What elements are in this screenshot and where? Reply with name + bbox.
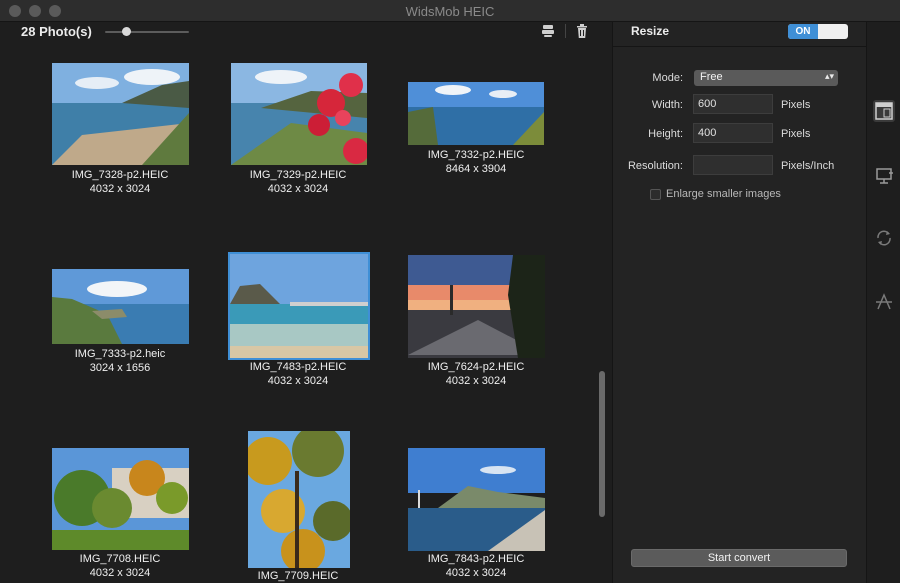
photo-dimensions: 4032 x 3024 xyxy=(445,567,507,579)
photo-name: IMG_7333-p2.heic xyxy=(74,348,166,360)
side-toolbar xyxy=(866,22,900,583)
width-unit: Pixels xyxy=(781,99,811,111)
photo-browser: 28 Photo(s) IMG_7328-p2.HEIC 4032 x 3024 xyxy=(0,22,612,583)
mode-value: Free xyxy=(700,71,723,83)
resize-toggle[interactable]: ON xyxy=(788,24,848,39)
photo-thumbnail[interactable] xyxy=(52,448,189,550)
section-divider xyxy=(613,46,866,47)
photo-caption: IMG_7329-p2.HEIC 4032 x 3024 xyxy=(208,168,388,196)
photo-count: 28 Photo(s) xyxy=(21,24,92,39)
enlarge-label: Enlarge smaller images xyxy=(666,188,781,200)
chevron-updown-icon: ▴▾ xyxy=(824,71,834,81)
photo-name: IMG_7483-p2.HEIC xyxy=(249,361,347,373)
photo-dimensions: 4032 x 3024 xyxy=(445,375,507,387)
settings-panel: Resize ON Mode: Free ▴▾ Width: 600 Pixel… xyxy=(613,22,866,583)
photo-caption: IMG_7328-p2.HEIC 4032 x 3024 xyxy=(30,168,210,196)
photo-thumbnail[interactable] xyxy=(408,255,545,358)
start-convert-button[interactable]: Start convert xyxy=(631,549,847,567)
photo-caption: IMG_7843-p2.HEIC 4032 x 3024 xyxy=(386,552,566,580)
resolution-label: Resolution: xyxy=(627,160,683,172)
photo-caption: IMG_7709.HEIC xyxy=(208,569,388,583)
photo-caption: IMG_7332-p2.HEIC 8464 x 3904 xyxy=(386,148,566,176)
thumbnail-size-slider[interactable] xyxy=(105,31,189,33)
photo-name: IMG_7708.HEIC xyxy=(79,553,161,565)
crop-icon[interactable] xyxy=(873,164,895,186)
photo-dimensions: 3024 x 1656 xyxy=(89,362,151,374)
enlarge-checkbox[interactable] xyxy=(650,189,661,200)
photo-caption: IMG_7708.HEIC 4032 x 3024 xyxy=(30,552,210,580)
photo-name: IMG_7332-p2.HEIC xyxy=(427,149,525,161)
photo-thumbnail[interactable] xyxy=(408,82,544,145)
photo-thumbnail[interactable] xyxy=(231,63,367,165)
resolution-unit: Pixels/Inch xyxy=(781,160,835,172)
photo-caption: IMG_7333-p2.heic 3024 x 1656 xyxy=(30,347,210,375)
toolbar-separator xyxy=(565,24,566,38)
height-unit: Pixels xyxy=(781,128,811,140)
mode-select[interactable]: Free ▴▾ xyxy=(694,70,838,86)
photo-thumbnail[interactable] xyxy=(408,448,545,551)
section-title: Resize xyxy=(631,24,670,38)
window-title: WidsMob HEIC xyxy=(405,4,495,19)
rotate-icon[interactable] xyxy=(873,227,895,249)
photo-dimensions: 4032 x 3024 xyxy=(89,567,151,579)
photo-name: IMG_7329-p2.HEIC xyxy=(249,169,347,181)
photo-thumbnail[interactable] xyxy=(228,252,370,360)
height-field[interactable]: 400 xyxy=(693,123,773,143)
photo-thumbnail[interactable] xyxy=(52,63,189,165)
width-label: Width: xyxy=(651,99,683,111)
photo-dimensions: 4032 x 3024 xyxy=(267,375,329,387)
photo-caption: IMG_7483-p2.HEIC 4032 x 3024 xyxy=(208,360,388,388)
photo-name: IMG_7624-p2.HEIC xyxy=(427,361,525,373)
photo-caption: IMG_7624-p2.HEIC 4032 x 3024 xyxy=(386,360,566,388)
resize-icon[interactable] xyxy=(873,100,895,122)
photo-name: IMG_7843-p2.HEIC xyxy=(427,553,525,565)
photo-dimensions: 4032 x 3024 xyxy=(267,183,329,195)
photo-dimensions: 4032 x 3024 xyxy=(89,183,151,195)
mode-label: Mode: xyxy=(652,72,683,84)
watermark-icon[interactable] xyxy=(873,291,895,313)
resolution-field[interactable] xyxy=(693,155,773,175)
photo-thumbnail[interactable] xyxy=(52,269,189,344)
height-label: Height: xyxy=(648,128,683,140)
photo-thumbnail[interactable] xyxy=(248,431,350,568)
photo-dimensions: 8464 x 3904 xyxy=(445,163,507,175)
trash-icon[interactable] xyxy=(574,23,590,39)
photo-name: IMG_7328-p2.HEIC xyxy=(71,169,169,181)
width-field[interactable]: 600 xyxy=(693,94,773,114)
toggle-label: ON xyxy=(788,24,818,39)
vertical-scrollbar[interactable] xyxy=(599,371,605,517)
photo-name: IMG_7709.HEIC xyxy=(257,570,339,582)
title-bar: WidsMob HEIC xyxy=(0,0,900,22)
stack-icon[interactable] xyxy=(540,23,556,39)
slider-knob[interactable] xyxy=(122,27,131,36)
